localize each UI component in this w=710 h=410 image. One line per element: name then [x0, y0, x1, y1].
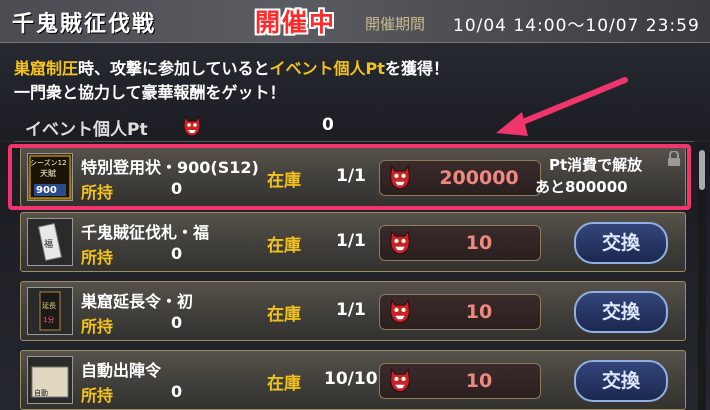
period-value: 10/04 14:00〜10/07 23:59	[453, 16, 700, 36]
item-thumbnail: 自動	[27, 356, 73, 404]
exchange-button[interactable]: 交換	[574, 222, 668, 264]
cost-value: 10	[465, 301, 493, 323]
oni-mask-icon	[388, 229, 412, 259]
description-highlight-nest: 巣窟制圧	[14, 59, 79, 78]
exchange-button[interactable]: 交換	[574, 291, 668, 333]
exchange-item-row[interactable]: 自動 自動出陣令 所持 0 在庫 10/10 10 交換	[20, 350, 686, 410]
oni-mask-icon	[388, 367, 412, 397]
stock-label: 在庫	[267, 236, 301, 256]
owned-value: 0	[171, 313, 183, 332]
stock-label: 在庫	[267, 305, 301, 325]
highlight-box	[8, 144, 691, 210]
owned-value: 0	[171, 244, 183, 263]
owned-label: 所持	[81, 248, 114, 267]
stock-value: 1/1	[336, 231, 366, 251]
exchange-button[interactable]: 交換	[574, 360, 668, 402]
period-label: 開催期間	[365, 15, 426, 33]
scrollbar-thumb[interactable]	[699, 150, 705, 190]
oni-mask-icon	[388, 298, 412, 328]
description-highlight-pt: イベント個人Pt	[269, 59, 385, 78]
owned-value: 0	[171, 382, 183, 401]
description-text: 時、攻撃に参加していると	[78, 59, 270, 78]
thumb-text: 福	[44, 238, 53, 250]
item-name: 千鬼賊征伐札・福	[81, 223, 210, 242]
thumb-text: 自動	[34, 388, 48, 397]
stock-label: 在庫	[267, 374, 301, 394]
thumb-text-2: 1分	[43, 315, 54, 324]
live-status-badge: 開催中	[255, 8, 337, 37]
personal-pt-label: イベント個人Pt	[25, 120, 148, 140]
description-line-2: 一門衆と協力して豪華報酬をゲット！	[14, 83, 286, 102]
cost-value: 10	[465, 232, 493, 254]
thumb-text: 延長	[42, 301, 56, 310]
oni-mask-icon	[182, 115, 202, 141]
title-bar: 千鬼賊征伐戦 開催中 開催期間 10/04 14:00〜10/07 23:59	[0, 0, 710, 43]
cost-value: 10	[465, 370, 493, 392]
owned-label: 所持	[81, 386, 114, 405]
stock-value: 1/1	[336, 300, 366, 320]
description-line-1: 巣窟制圧時、攻撃に参加しているとイベント個人Ptを獲得！	[14, 55, 449, 79]
item-name: 自動出陣令	[81, 361, 162, 380]
event-title: 千鬼賊征伐戦	[12, 12, 157, 37]
cost-box: 10	[379, 225, 541, 261]
description-text-end: を獲得！	[384, 59, 449, 78]
personal-pt-value: 0	[322, 115, 334, 135]
cost-box: 10	[379, 294, 541, 330]
exchange-item-row[interactable]: 福 千鬼賊征伐札・福 所持 0 在庫 1/1 10 交換	[20, 212, 686, 272]
item-thumbnail: 福	[27, 218, 73, 266]
item-thumbnail: 延長 1分	[27, 287, 73, 335]
owned-label: 所持	[81, 317, 114, 336]
exchange-item-row[interactable]: 延長 1分 巣窟延長令・初 所持 0 在庫 1/1 10 交換	[20, 281, 686, 341]
stock-value: 10/10	[324, 369, 378, 389]
item-name: 巣窟延長令・初	[81, 292, 194, 311]
cost-box: 10	[379, 363, 541, 399]
